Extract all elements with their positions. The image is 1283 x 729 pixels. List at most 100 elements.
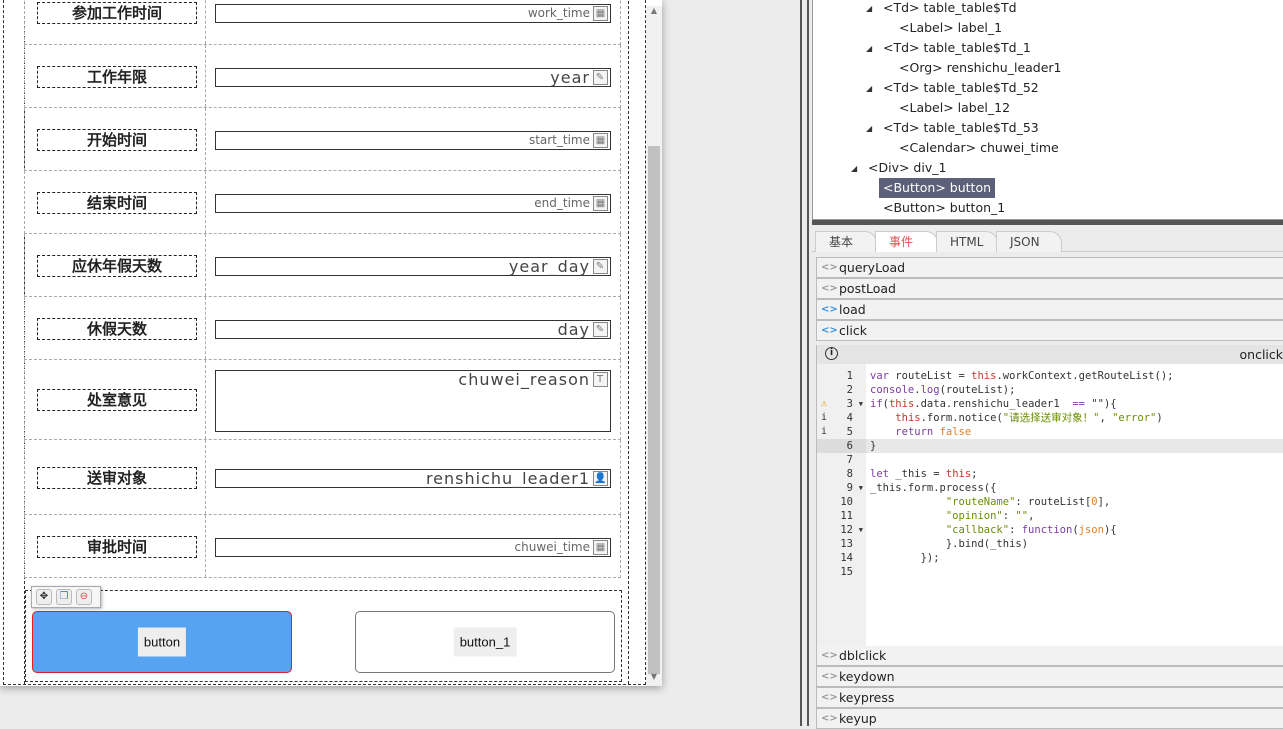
field-renshichu_leader1[interactable]: renshichu_leader1👤 [215, 469, 611, 488]
event-name: keypress [839, 690, 894, 705]
button-element-selected[interactable]: button [32, 611, 292, 673]
scrollbar-thumb[interactable] [648, 146, 660, 674]
copy-icon[interactable]: ❐ [56, 589, 72, 605]
scroll-up-icon[interactable]: ▲ [646, 6, 662, 20]
fold-arrow-icon[interactable]: ▼ [859, 481, 863, 495]
field-year[interactable]: year✎ [215, 68, 611, 87]
code-token: _this = [895, 468, 946, 480]
tree-node[interactable]: <Label> label_1 [895, 18, 1006, 38]
form-row: 审批时间chuwei_time▦ [24, 515, 621, 578]
code-token: ""){ [1085, 398, 1117, 410]
form-designer-canvas: 参加工作时间work_time▦工作年限year✎开始时间start_time▦… [0, 0, 662, 686]
element-toolbar: ✥ ❐ ⊖ [31, 586, 101, 608]
form-row: 应休年假天数 year_day✎ [24, 234, 621, 297]
button-1-label: button_1 [454, 628, 517, 657]
field-value: work_time [528, 6, 590, 20]
field-year_day[interactable]: year_day✎ [215, 257, 611, 276]
info-icon[interactable]: i [821, 425, 827, 439]
calendar-icon[interactable]: ▦ [593, 196, 608, 211]
calendar-icon[interactable]: ▦ [593, 540, 608, 555]
calendar-icon[interactable]: ▦ [593, 133, 608, 148]
tree-node[interactable]: <Td> table_table$Td_53 [879, 118, 1043, 138]
code-brackets-icon: <> [821, 709, 838, 728]
expand-triangle-icon[interactable]: ◢ [866, 124, 872, 133]
line-number-text: 4 [847, 412, 853, 424]
warning-icon[interactable]: ⚠ [821, 397, 827, 411]
expand-triangle-icon[interactable]: ◢ [866, 44, 872, 53]
field-chuwei_time[interactable]: chuwei_time▦ [215, 538, 611, 557]
code-token: : routeList[ [1015, 496, 1091, 508]
event-keypress[interactable]: <>keypress [816, 687, 1283, 708]
code-token [870, 496, 946, 508]
code-token: _this.form.process({ [870, 482, 996, 494]
line-number: 4i [817, 411, 866, 425]
delete-icon[interactable]: ⊖ [76, 589, 92, 605]
code-line: }.bind(_this) [866, 537, 1283, 551]
panel-splitter[interactable] [800, 0, 809, 726]
tree-node[interactable]: <Calendar> chuwei_time [895, 138, 1063, 158]
tab-HTML[interactable]: HTML [936, 231, 998, 252]
line-number: 9▼ [817, 481, 866, 495]
field-work_time[interactable]: work_time▦ [215, 4, 611, 23]
event-name: dblclick [839, 648, 886, 663]
tree-node[interactable]: <Button> button [879, 178, 995, 198]
event-click[interactable]: <>click [816, 320, 1283, 341]
info-icon[interactable]: i [825, 347, 838, 360]
calendar-icon[interactable]: ▦ [593, 6, 608, 21]
field-start_time[interactable]: start_time▦ [215, 131, 611, 150]
person-icon[interactable]: 👤 [593, 471, 608, 486]
canvas-scrollbar[interactable]: ▲ ▼ [646, 6, 662, 686]
tab-事件[interactable]: 事件 [875, 231, 938, 252]
expand-triangle-icon[interactable]: ◢ [866, 4, 872, 13]
field-day[interactable]: day✎ [215, 320, 611, 339]
code-token: } [870, 440, 876, 452]
textarea-icon[interactable]: T [593, 372, 608, 387]
tree-node[interactable]: <Button> button_1 [879, 198, 1009, 218]
button-1-element[interactable]: button_1 [355, 611, 615, 673]
editor-code[interactable]: var routeList = this.workContext.getRout… [866, 364, 1283, 646]
code-token [870, 524, 946, 536]
move-icon[interactable]: ✥ [36, 589, 52, 605]
tree-node[interactable]: <Td> table_table$Td_52 [879, 78, 1043, 98]
code-token: "请选择送审对象！" [1003, 412, 1100, 424]
code-token: var [870, 370, 895, 382]
event-load[interactable]: <>load [816, 299, 1283, 320]
event-queryLoad[interactable]: <>queryLoad [816, 257, 1283, 278]
code-token: if [870, 398, 883, 410]
expand-triangle-icon[interactable]: ◢ [866, 84, 872, 93]
edit-icon[interactable]: ✎ [593, 259, 608, 274]
fold-arrow-icon[interactable]: ▼ [859, 523, 863, 537]
code-brackets-icon: <> [821, 667, 838, 686]
expand-triangle-icon[interactable]: ◢ [851, 164, 857, 173]
tree-node[interactable]: <Td> table_table$Td [879, 0, 1021, 18]
tab-基本[interactable]: 基本 [815, 231, 877, 252]
field-chuwei_reason[interactable]: chuwei_reasonT [215, 370, 611, 432]
fold-arrow-icon[interactable]: ▼ [859, 397, 863, 411]
edit-icon[interactable]: ✎ [593, 322, 608, 337]
edit-icon[interactable]: ✎ [593, 70, 608, 85]
code-token: console [870, 384, 914, 396]
code-editor[interactable]: ionclick 123⚠▼4i5i6789▼101112▼131415 var… [816, 345, 1283, 646]
field-label: 工作年限 [37, 66, 197, 88]
form-row: 工作年限 year✎ [24, 45, 621, 108]
tree-node[interactable]: <Div> div_1 [864, 158, 950, 178]
line-number: 5i [817, 425, 866, 439]
field-end_time[interactable]: end_time▦ [215, 194, 611, 213]
line-number-text: 13 [840, 538, 853, 550]
tree-node[interactable]: <Td> table_table$Td_1 [879, 38, 1035, 58]
event-keydown[interactable]: <>keydown [816, 666, 1283, 687]
scroll-down-icon[interactable]: ▼ [646, 672, 662, 686]
code-line: console.log(routeList); [866, 383, 1283, 397]
code-token [870, 412, 895, 424]
code-token: (routeList); [940, 384, 1016, 396]
tree-node[interactable]: <Org> renshichu_leader1 [895, 58, 1066, 78]
field-label: 应休年假天数 [37, 255, 197, 277]
tab-JSON[interactable]: JSON [996, 231, 1062, 252]
event-name: postLoad [839, 281, 896, 296]
tree-node[interactable]: <Label> label_12 [895, 98, 1014, 118]
event-postLoad[interactable]: <>postLoad [816, 278, 1283, 299]
event-dblclick[interactable]: <>dblclick [816, 645, 1283, 666]
code-token: ) [1156, 412, 1162, 424]
info-icon[interactable]: i [821, 411, 827, 425]
form-row: 处室意见chuwei_reasonT [24, 360, 621, 440]
